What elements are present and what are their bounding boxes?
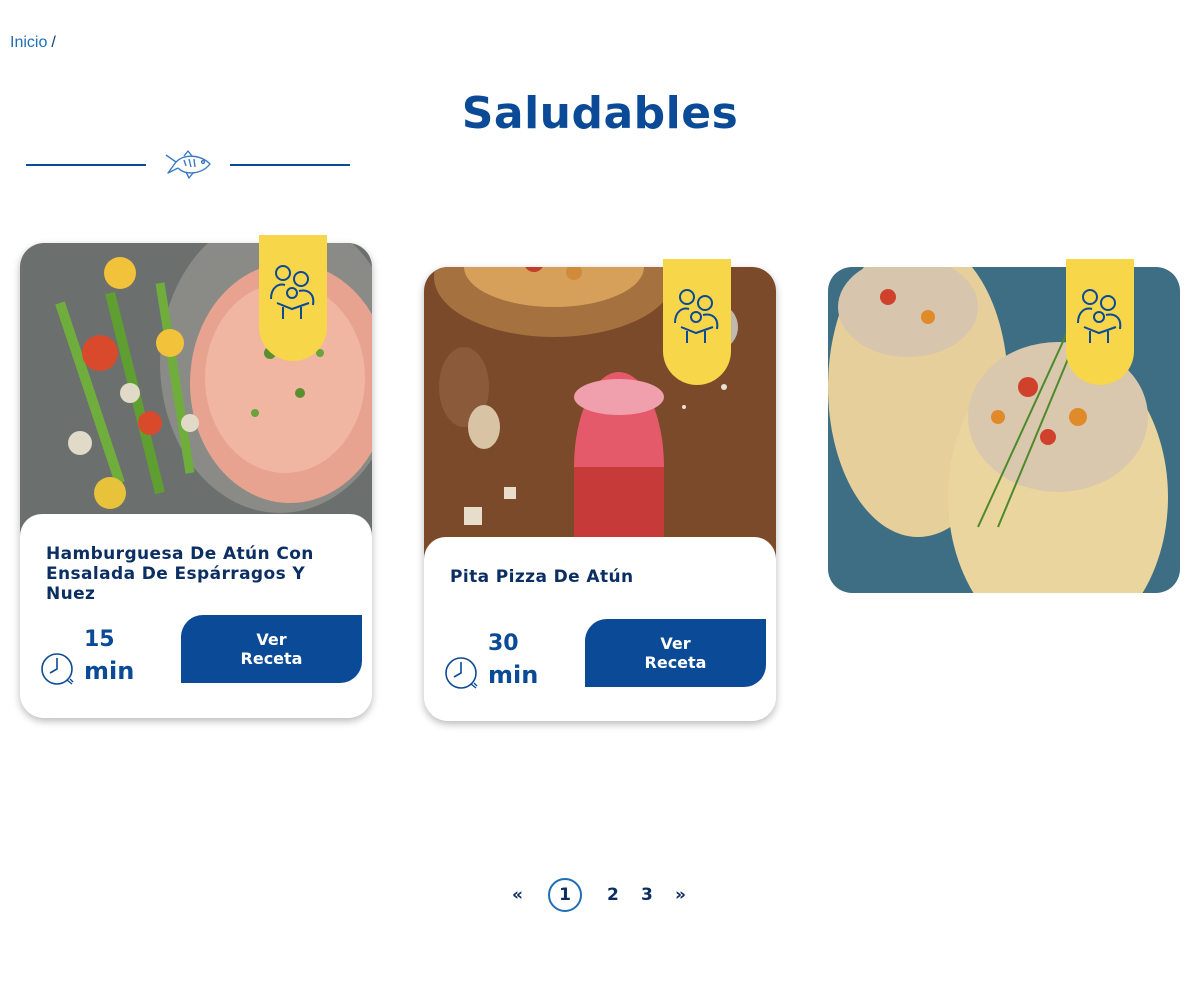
pagination-prev[interactable]: «	[512, 885, 523, 905]
family-icon	[1077, 289, 1122, 343]
recipe-time-unit: min	[488, 661, 539, 689]
category-tag	[259, 235, 327, 361]
recipe-time-value: 15	[84, 627, 115, 652]
category-tag	[663, 259, 731, 385]
clock-icon	[445, 657, 478, 689]
divider-line-left	[26, 164, 146, 166]
category-tag	[1066, 259, 1134, 385]
recipe-info: Hamburguesa De Atún Con Ensalada De Espá…	[20, 514, 372, 718]
recipe-time-unit: min	[84, 657, 135, 685]
view-recipe-label: Ver Receta	[240, 630, 303, 668]
pagination-page-2[interactable]: 2	[607, 885, 619, 905]
pagination-page-3[interactable]: 3	[641, 885, 653, 905]
view-recipe-label: Ver Receta	[644, 634, 707, 672]
recipe-info: Pita Pizza De Atún 30 min Ver Receta	[424, 537, 776, 721]
family-icon	[270, 265, 315, 319]
divider-line-right	[230, 164, 350, 166]
page-title: Saludables	[461, 88, 739, 139]
view-recipe-button[interactable]: Ver Receta	[181, 615, 362, 683]
recipe-title: Pita Pizza De Atún	[450, 567, 634, 587]
breadcrumb: Inicio /	[10, 34, 56, 52]
recipe-time: 15 min	[40, 627, 160, 687]
title-divider	[26, 148, 352, 182]
recipe-time-value: 30	[488, 631, 519, 656]
recipe-time: 30 min	[444, 631, 564, 691]
pagination-next[interactable]: »	[675, 885, 686, 905]
breadcrumb-separator: /	[51, 34, 56, 51]
pagination: « 1 2 3 »	[0, 878, 1200, 914]
breadcrumb-home-link[interactable]: Inicio	[10, 34, 47, 51]
fish-icon	[165, 150, 211, 179]
pagination-page-1[interactable]: 1	[548, 878, 582, 912]
clock-icon	[41, 653, 74, 685]
view-recipe-button[interactable]: Ver Receta	[585, 619, 766, 687]
family-icon	[674, 289, 719, 343]
recipe-title: Hamburguesa De Atún Con Ensalada De Espá…	[46, 544, 314, 604]
